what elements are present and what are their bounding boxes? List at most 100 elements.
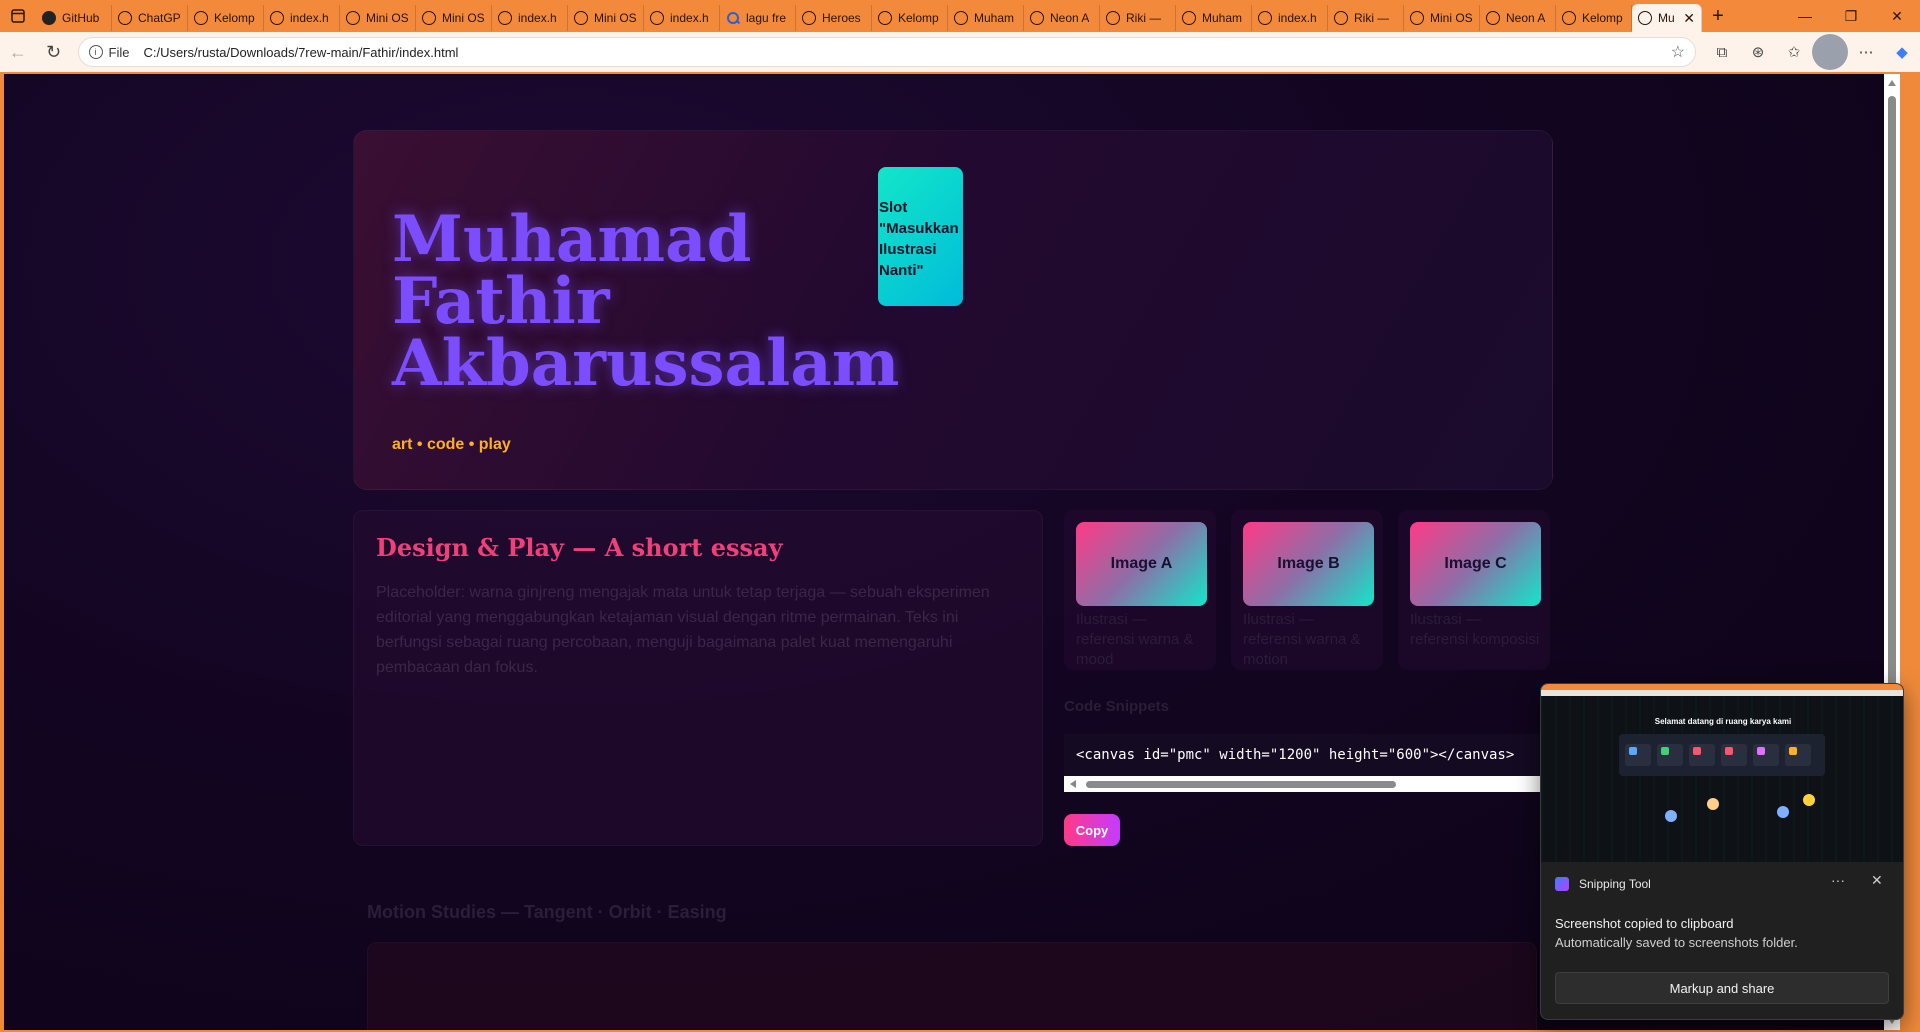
motion-canvas[interactable] [367, 942, 1537, 1030]
tab[interactable]: Kelomp [872, 5, 948, 31]
tab-label: GitHub [62, 11, 100, 25]
tab-label: Muham [1202, 11, 1243, 25]
gallery-card[interactable]: Image B Ilustrasi — referensi warna & mo… [1231, 510, 1383, 670]
tab[interactable]: index.h [492, 5, 568, 31]
tab-label: Neon A [1506, 11, 1546, 25]
globe-icon [1334, 11, 1348, 25]
scroll-left-icon[interactable] [1070, 780, 1076, 788]
hero-section: Muhamad Fathir Akbarussalam Slot "Masukk… [353, 130, 1553, 490]
tab[interactable]: Riki — [1328, 5, 1404, 31]
gallery-image[interactable]: Image B [1243, 522, 1374, 606]
tab-label: Kelomp [214, 11, 255, 25]
tab[interactable]: index.h [264, 5, 340, 31]
tab[interactable]: Muham [948, 5, 1024, 31]
toast-subtext: Automatically saved to screenshots folde… [1555, 935, 1798, 950]
markup-and-share-button[interactable]: Markup and share [1555, 972, 1889, 1004]
url-scheme: File [108, 44, 130, 60]
close-icon[interactable]: ✕ [1871, 872, 1883, 889]
tab-label: Riki — [1126, 11, 1162, 25]
tab[interactable]: index.h [644, 5, 720, 31]
toast-message: Screenshot copied to clipboard [1555, 916, 1734, 931]
tab[interactable]: Mini OS [1404, 5, 1480, 31]
more-options-icon[interactable]: ··· [1831, 872, 1845, 888]
close-window-button[interactable]: ✕ [1874, 0, 1920, 32]
tab[interactable]: Mini OS [416, 5, 492, 31]
tab-label: Muham [974, 11, 1015, 25]
illustration-slot: Slot "Masukkan Ilustrasi Nanti" [878, 167, 963, 306]
tab[interactable]: Kelomp [1556, 5, 1632, 31]
favorite-star-icon[interactable]: ☆ [1671, 42, 1685, 62]
info-icon[interactable]: i [88, 45, 103, 59]
globe-icon [1410, 11, 1424, 25]
tab[interactable]: Mini OS [340, 5, 416, 31]
tab[interactable]: Muham [1176, 5, 1252, 31]
address-bar: ← ↻ i File C:/Users/rusta/Downloads/7rew… [0, 32, 1920, 72]
gallery-card[interactable]: Image A Ilustrasi — referensi warna & mo… [1064, 510, 1216, 670]
tab-active[interactable]: Mu ✕ [1632, 4, 1702, 32]
profile-avatar[interactable] [1812, 34, 1849, 70]
gallery-card[interactable]: Image C Ilustrasi — referensi komposisi [1398, 510, 1550, 670]
back-icon[interactable]: ← [0, 34, 36, 70]
code-text: <canvas id="pmc" width="1200" height="60… [1064, 734, 1545, 776]
tab-label: Mini OS [442, 11, 485, 25]
tab[interactable]: Mini OS [568, 5, 644, 31]
globe-icon [878, 11, 892, 25]
tab[interactable]: Kelomp [188, 5, 264, 31]
essay-body: Placeholder: warna ginjreng mengajak mat… [376, 584, 990, 676]
github-icon [42, 11, 56, 25]
tab-label: Mini OS [1430, 11, 1473, 25]
tab[interactable]: lagu fre [720, 5, 796, 31]
favorites-icon[interactable]: ✩ [1776, 34, 1812, 70]
copy-button[interactable]: Copy [1064, 814, 1120, 846]
tab-label: Mini OS [594, 11, 637, 25]
extensions-icon[interactable]: ⧉ [1704, 34, 1740, 70]
globe-icon [270, 11, 284, 25]
hero-tagline: art • code • play [392, 436, 511, 453]
close-tab-icon[interactable]: ✕ [1683, 10, 1695, 27]
globe-icon [650, 11, 664, 25]
tab[interactable]: index.h [1252, 5, 1328, 31]
minimize-button[interactable]: — [1782, 0, 1828, 32]
code-block[interactable]: <canvas id="pmc" width="1200" height="60… [1064, 734, 1545, 792]
reload-icon[interactable]: ↻ [36, 34, 72, 70]
motion-studies-heading: Motion Studies — Tangent · Orbit · Easin… [367, 902, 727, 922]
more-menu-icon[interactable]: ⋯ [1848, 34, 1884, 70]
tab-label: Mini OS [366, 11, 409, 25]
toast-header: Snipping Tool [1555, 877, 1651, 891]
tab[interactable]: Heroes [796, 5, 872, 31]
toast-app-name: Snipping Tool [1579, 877, 1651, 891]
maximize-button[interactable]: ❐ [1828, 0, 1874, 32]
tab[interactable]: GitHub [36, 5, 112, 31]
horizontal-scrollbar[interactable] [1064, 776, 1545, 792]
essay-card: Design & Play — A short essay Placeholde… [353, 510, 1043, 846]
tab-label: Heroes [822, 11, 861, 25]
screenshot-preview[interactable]: Selamat datang di ruang karya kami [1541, 684, 1903, 862]
search-icon [726, 11, 740, 25]
tab-label: Neon A [1050, 11, 1090, 25]
preview-title: Selamat datang di ruang karya kami [1654, 717, 1792, 726]
globe-icon [1258, 11, 1272, 25]
globe-icon [422, 11, 436, 25]
globe-icon [1486, 11, 1500, 25]
tab[interactable]: ChatGPT [112, 5, 188, 31]
globe-icon [954, 11, 968, 25]
copilot-icon[interactable]: ◆ [1884, 34, 1920, 70]
globe-icon [1030, 11, 1044, 25]
tab[interactable]: Riki — [1100, 5, 1176, 31]
url-input[interactable]: i File C:/Users/rusta/Downloads/7rew-mai… [77, 37, 1697, 67]
tab[interactable]: Neon A [1480, 5, 1556, 31]
snipping-tool-notification[interactable]: Selamat datang di ruang karya kami Snipp… [1540, 683, 1904, 1020]
scroll-up-icon[interactable] [1888, 80, 1896, 86]
tab[interactable]: Neon A [1024, 5, 1100, 31]
scrollbar-thumb[interactable] [1086, 781, 1396, 788]
gallery-image[interactable]: Image A [1076, 522, 1207, 606]
new-tab-button[interactable]: + [1702, 5, 1734, 28]
tab-actions-icon[interactable] [0, 0, 36, 32]
tab-label: index.h [290, 11, 329, 25]
gallery-image[interactable]: Image C [1410, 522, 1541, 606]
split-screen-icon[interactable]: ⊛ [1740, 34, 1776, 70]
tab-label: ChatGPT [138, 11, 181, 25]
tab-label: Kelomp [1582, 11, 1623, 25]
tab-label: index.h [1278, 11, 1317, 25]
snipping-tool-icon [1555, 877, 1569, 891]
